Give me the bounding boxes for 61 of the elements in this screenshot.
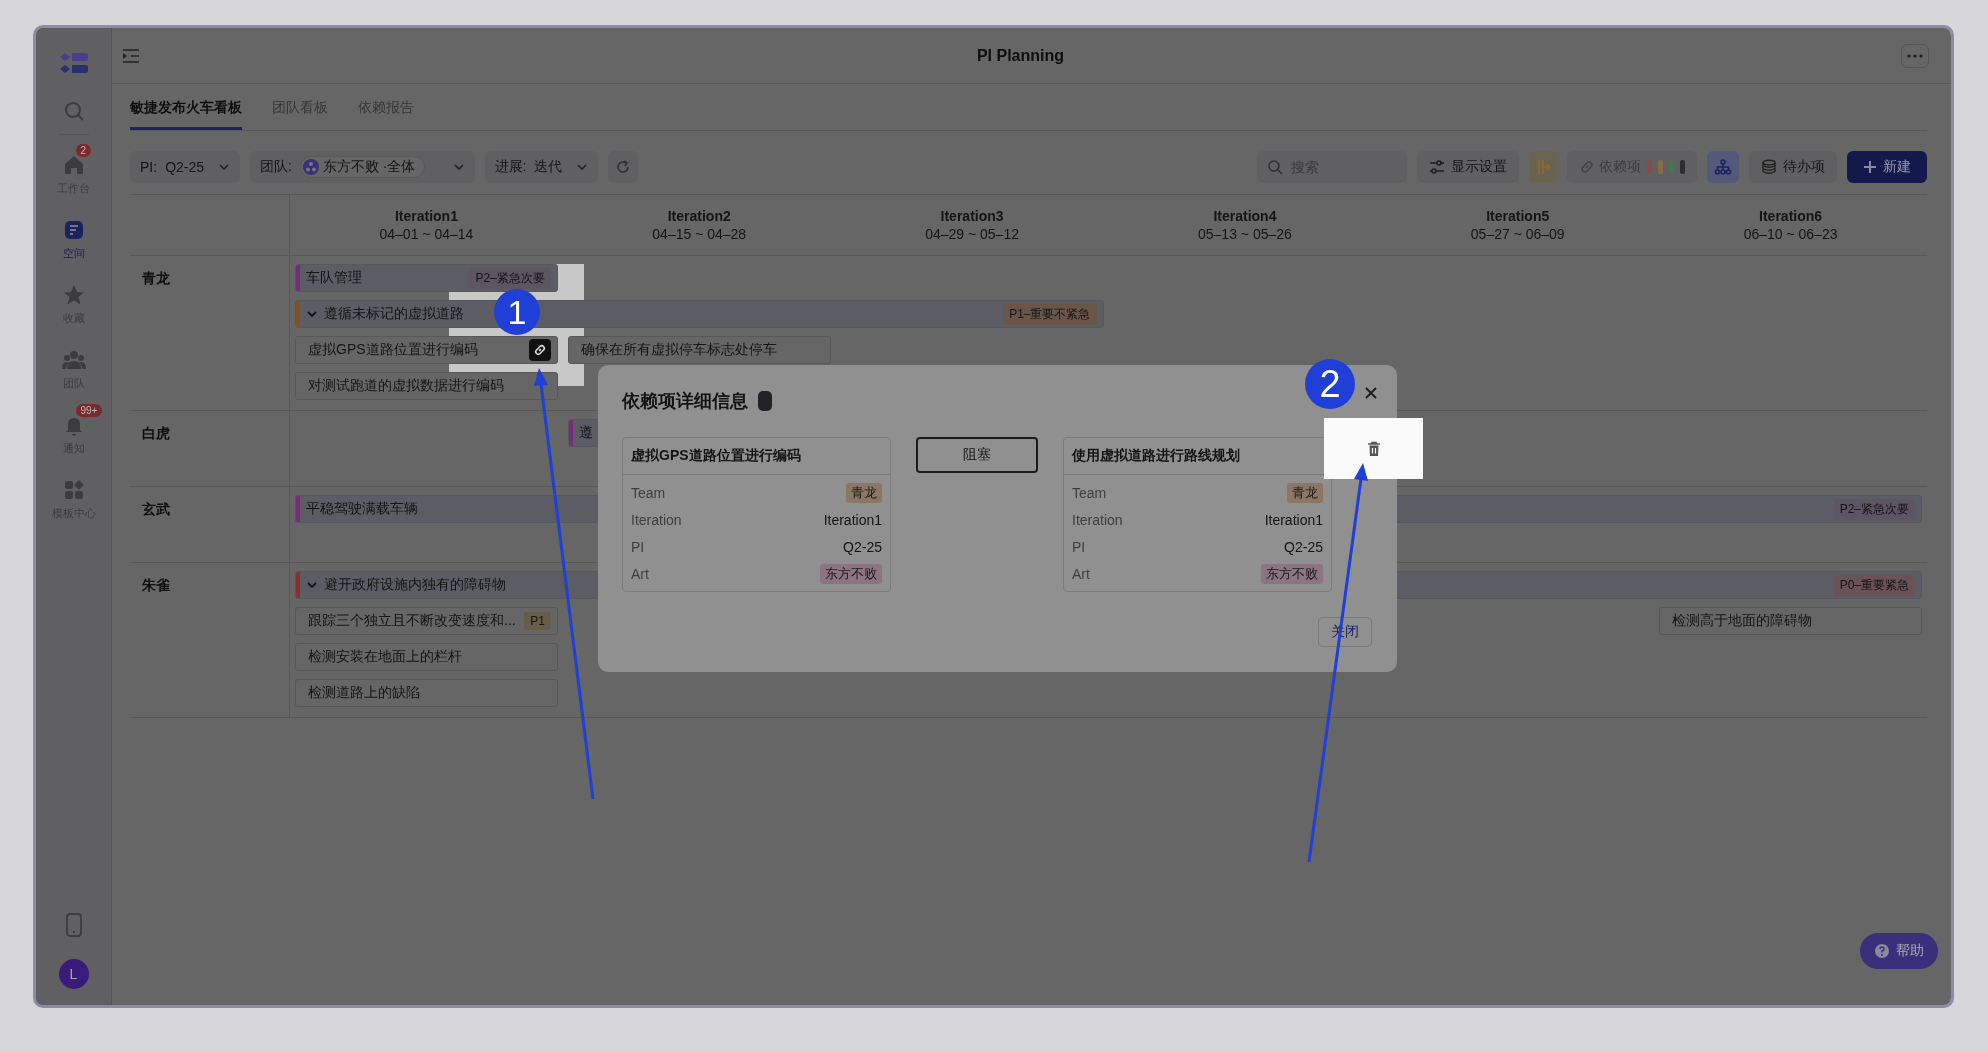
field-tag: 东方不败	[1261, 563, 1323, 584]
iteration-name: Iteration4	[1213, 208, 1277, 224]
iteration-dates: 04–29 ~ 05–12	[925, 226, 1019, 242]
field-value: Iteration1	[1264, 511, 1323, 528]
item-title: 平稳驾驶满载车辆	[306, 500, 418, 518]
filter-value: 迭代	[534, 158, 563, 176]
item-title: 避开政府设施内独有的障碍物	[324, 576, 506, 594]
priority-badge: P2–紧急次要	[1833, 498, 1915, 520]
item-title: 遵	[578, 424, 593, 442]
story-title: 检测安装在地面上的栏杆	[308, 648, 463, 666]
story-title: 跟踪三个独立且不断改变速度和...	[308, 612, 517, 630]
iteration-name: Iteration5	[1486, 208, 1550, 224]
work-item-title: 虚拟GPS道路位置进行编码	[623, 438, 890, 475]
priority-badge: P1	[524, 612, 551, 630]
team-name: 朱雀	[142, 577, 170, 593]
iteration-dates: 06–10 ~ 06–23	[1743, 226, 1838, 242]
story-title: 对测试跑道的虚拟数据进行编码	[308, 377, 505, 395]
iteration-dates: 05–27 ~ 06–09	[1470, 226, 1565, 242]
field-tag: 东方不败	[820, 563, 882, 584]
filter-label: 团队:	[260, 158, 292, 176]
field-value: Iteration1	[823, 511, 882, 528]
story-title: 确保在所有虚拟停车标志处停车	[580, 341, 778, 359]
iteration-name: Iteration3	[940, 208, 1004, 224]
iteration-name: Iteration2	[667, 208, 731, 224]
iteration-dates: 04–01 ~ 04–14	[379, 226, 474, 242]
item-title: 车队管理	[306, 269, 362, 287]
story-title: 检测道路上的缺陷	[308, 684, 421, 702]
field-label: Iteration	[1072, 511, 1123, 528]
filter-label: PI:	[140, 159, 158, 175]
field-tag: 青龙	[846, 482, 882, 503]
dialog-title: 依赖项详细信息	[622, 390, 748, 413]
field-label: PI	[1072, 538, 1086, 555]
priority-badge: P1–重要不紧急	[1003, 303, 1097, 325]
team-name: 玄武	[142, 501, 170, 517]
story-title: 检测高于地面的障碍物	[1672, 612, 1814, 630]
iteration-dates: 05–13 ~ 05–26	[1198, 226, 1292, 242]
team-name: 青龙	[142, 270, 170, 286]
team-value: 东方不败 ·全体	[322, 158, 416, 176]
field-label: Art	[1072, 565, 1090, 582]
field-label: Team	[1072, 484, 1107, 501]
nav-label: 空间	[62, 246, 85, 261]
story-title: 虚拟GPS道路位置进行编码	[308, 341, 479, 359]
field-value: Q2-25	[1284, 538, 1323, 555]
page-title: PI Planning	[975, 46, 1066, 65]
item-title: 遵循未标记的虚拟道路	[324, 305, 464, 323]
iteration-name: Iteration1	[394, 208, 458, 224]
priority-badge: P2–紧急次要	[469, 267, 551, 289]
iteration-dates: 04–15 ~ 04–28	[652, 226, 747, 242]
field-label: Team	[631, 484, 666, 501]
iteration-name: Iteration6	[1759, 208, 1823, 224]
count-badge: 99+	[75, 404, 103, 417]
field-label: Art	[631, 565, 649, 582]
priority-badge: P0–重要紧急	[1833, 574, 1915, 596]
filter-value: Q2-25	[165, 159, 205, 175]
field-label: Iteration	[631, 511, 682, 528]
field-label: PI	[631, 538, 645, 555]
field-tag: 青龙	[1287, 482, 1323, 503]
team-name: 白虎	[142, 425, 170, 441]
count-badge: 2	[75, 144, 92, 157]
filter-label: 进展:	[494, 158, 527, 176]
field-value: Q2-25	[843, 538, 882, 555]
